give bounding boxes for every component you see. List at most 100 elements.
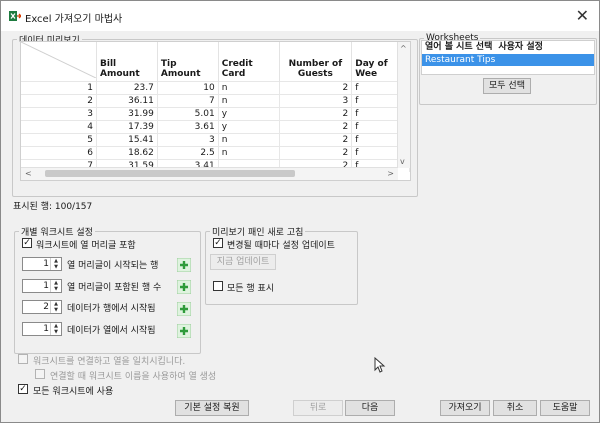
corner-header bbox=[21, 42, 97, 82]
stepper-arrows-icon[interactable]: ▲ ▼ bbox=[50, 301, 61, 313]
concat-sheets-label: 워크시트를 연결하고 열을 일치시킵니다. bbox=[33, 357, 186, 367]
stepper-arrows-icon[interactable]: ▲ ▼ bbox=[50, 258, 61, 270]
table-row: 6 18.62 2.5 n 2 f bbox=[21, 146, 410, 160]
stepper-value: 1 bbox=[43, 259, 49, 269]
show-all-rows-label: 모든 행 표시 bbox=[227, 284, 275, 294]
row-number: 5 bbox=[21, 133, 97, 147]
stepper-value: 2 bbox=[43, 302, 49, 312]
table-cell: n bbox=[218, 94, 280, 108]
table-cell: 3 bbox=[157, 133, 219, 147]
column-header: Credit Card bbox=[218, 42, 280, 82]
table-cell: n bbox=[218, 81, 280, 95]
stepper-value: 1 bbox=[43, 324, 49, 334]
scroll-right-icon[interactable]: > bbox=[387, 169, 394, 178]
row-number: 4 bbox=[21, 120, 97, 134]
table-cell: 2 bbox=[279, 120, 353, 134]
preview-table: Bill Amount Tip Amount Credit Card Numbe… bbox=[21, 42, 410, 172]
data-preview-area: Bill Amount Tip Amount Credit Card Numbe… bbox=[12, 33, 416, 195]
table-cell: 10 bbox=[157, 81, 219, 95]
stepper-value: 1 bbox=[43, 281, 49, 291]
data-start-row-stepper[interactable]: 2 ▲ ▼ bbox=[22, 300, 62, 314]
stepper-label: 데이터가 행에서 시작됨 bbox=[67, 304, 156, 314]
table-cell: 36.11 bbox=[96, 94, 158, 108]
table-row: 4 17.39 3.61 y 2 f bbox=[21, 120, 410, 134]
table-row: 3 31.99 5.01 y 2 f bbox=[21, 107, 410, 121]
close-icon[interactable]: ✕ bbox=[576, 6, 589, 25]
concat-sheets-checkbox[interactable] bbox=[18, 354, 28, 364]
table-cell: 18.62 bbox=[96, 146, 158, 160]
header-start-row-stepper[interactable]: 1 ▲ ▼ bbox=[22, 257, 62, 271]
preview-table-container[interactable]: Bill Amount Tip Amount Credit Card Numbe… bbox=[20, 41, 411, 181]
include-headers-label: 워크시트에 열 머리글 포함 bbox=[36, 241, 136, 251]
preview-refresh-area: ✓ 변경될 때마다 설정 업데이트 지금 업데이트 모든 행 표시 bbox=[205, 225, 356, 303]
corner-diagonal bbox=[21, 42, 97, 79]
worksheets-list[interactable]: 열어 볼 시트 선택 사용자 설정 Restaurant Tips bbox=[421, 40, 595, 75]
table-cell: 15.41 bbox=[96, 133, 158, 147]
title-bar: Excel 가져오기 마법사 ✕ bbox=[1, 1, 599, 31]
stepper-arrows-icon[interactable]: ▲ ▼ bbox=[50, 280, 61, 292]
header-select-sheets: 열어 볼 시트 선택 bbox=[425, 42, 493, 52]
update-now-button[interactable]: 지금 업데이트 bbox=[210, 254, 276, 270]
select-all-button[interactable]: 모두 선택 bbox=[483, 78, 531, 94]
auto-update-checkbox[interactable]: ✓ bbox=[213, 238, 223, 248]
auto-update-label: 변경될 때마다 설정 업데이트 bbox=[227, 241, 335, 251]
table-cell: n bbox=[218, 146, 280, 160]
column-header: Tip Amount bbox=[157, 42, 219, 82]
horizontal-scroll-thumb[interactable] bbox=[45, 170, 295, 177]
row-number: 2 bbox=[21, 94, 97, 108]
scroll-down-icon[interactable]: v bbox=[400, 157, 405, 166]
vertical-scrollbar[interactable]: ^ v bbox=[397, 42, 410, 168]
table-cell: y bbox=[218, 120, 280, 134]
stepper-label: 열 머리글이 시작되는 행 bbox=[67, 261, 159, 271]
excel-icon bbox=[9, 11, 21, 21]
plus-icon[interactable] bbox=[177, 324, 191, 338]
column-header: Bill Amount bbox=[96, 42, 158, 82]
table-row: 5 15.41 3 n 2 f bbox=[21, 133, 410, 147]
stepper-label: 데이터가 열에서 시작됨 bbox=[67, 326, 156, 336]
next-button[interactable]: 다음 bbox=[345, 400, 395, 416]
help-button[interactable]: 도움말 bbox=[540, 400, 590, 416]
row-number: 6 bbox=[21, 146, 97, 160]
horizontal-scrollbar[interactable]: < > bbox=[21, 167, 398, 180]
restore-defaults-button[interactable]: 기본 설정 복원 bbox=[175, 400, 249, 416]
scroll-left-icon[interactable]: < bbox=[25, 169, 32, 178]
column-header: Number of Guests bbox=[279, 42, 353, 82]
import-wizard-window: Excel 가져오기 마법사 ✕ 데이터 미리보기 Bill Amount Ti… bbox=[0, 0, 600, 423]
show-all-rows-checkbox[interactable] bbox=[213, 281, 223, 291]
stepper-arrows-icon[interactable]: ▲ ▼ bbox=[50, 323, 61, 335]
table-row: 2 36.11 7 n 3 f bbox=[21, 94, 410, 108]
window-title: Excel 가져오기 마법사 bbox=[25, 14, 123, 25]
plus-icon[interactable] bbox=[177, 258, 191, 272]
table-cell: 2 bbox=[279, 81, 353, 95]
include-headers-checkbox[interactable]: ✓ bbox=[22, 238, 32, 248]
sheetname-column-checkbox[interactable] bbox=[35, 369, 45, 379]
cancel-button[interactable]: 취소 bbox=[493, 400, 537, 416]
plus-icon[interactable] bbox=[177, 302, 191, 316]
individual-settings-area: ✓ 워크시트에 열 머리글 포함 1 ▲ ▼ 열 머리글이 시작되는 행 1 ▲ ▼… bbox=[14, 225, 199, 352]
plus-icon[interactable] bbox=[177, 280, 191, 294]
table-cell: 2 bbox=[279, 107, 353, 121]
scroll-up-icon[interactable]: ^ bbox=[400, 44, 407, 53]
table-cell: 7 bbox=[157, 94, 219, 108]
worksheets-area: 열어 볼 시트 선택 사용자 설정 Restaurant Tips 모두 선택 bbox=[419, 33, 595, 103]
sheetname-column-label: 연결할 때 워크시트 이름을 사용하여 열 생성 bbox=[50, 372, 217, 382]
table-row: 1 23.7 10 n 2 f bbox=[21, 81, 410, 95]
table-cell: 23.7 bbox=[96, 81, 158, 95]
mouse-cursor-icon bbox=[374, 357, 386, 373]
row-number: 3 bbox=[21, 107, 97, 121]
table-cell: 5.01 bbox=[157, 107, 219, 121]
table-cell: 2 bbox=[279, 133, 353, 147]
worksheets-list-header: 열어 볼 시트 선택 사용자 설정 bbox=[422, 41, 594, 54]
worksheet-item[interactable]: Restaurant Tips bbox=[422, 54, 594, 66]
import-button[interactable]: 가져오기 bbox=[440, 400, 490, 416]
table-cell: y bbox=[218, 107, 280, 121]
data-start-column-stepper[interactable]: 1 ▲ ▼ bbox=[22, 322, 62, 336]
back-button[interactable]: 뒤로 bbox=[293, 400, 343, 416]
header-user-settings: 사용자 설정 bbox=[498, 42, 543, 52]
header-row-count-stepper[interactable]: 1 ▲ ▼ bbox=[22, 279, 62, 293]
row-number: 1 bbox=[21, 81, 97, 95]
table-cell: 2 bbox=[279, 146, 353, 160]
stepper-label: 열 머리글이 포함된 행 수 bbox=[67, 283, 162, 293]
all-sheets-label: 모든 워크시트에 사용 bbox=[33, 387, 114, 397]
all-sheets-checkbox[interactable]: ✓ bbox=[18, 384, 28, 394]
